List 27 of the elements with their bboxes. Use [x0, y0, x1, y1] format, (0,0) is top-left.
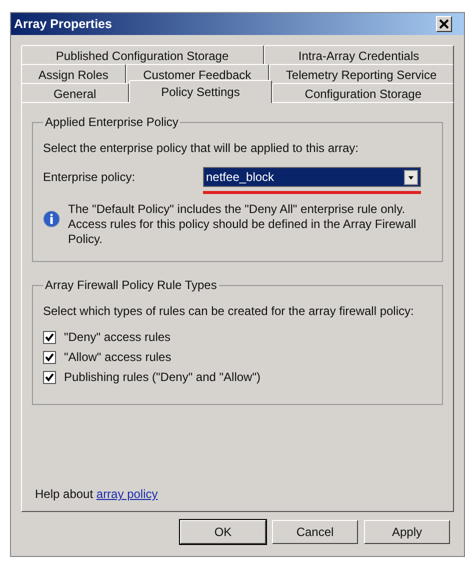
dialog-button[interactable]: OK	[180, 520, 266, 544]
tab[interactable]: Assign Roles	[21, 64, 126, 84]
description-text: Select which types of rules can be created for the array firewall policy:	[43, 304, 415, 318]
tab[interactable]: Configuration Storage	[272, 83, 454, 103]
group-title: Applied Enterprise Policy	[44, 115, 180, 129]
description-text: Select the enterprise policy that will be applied to this array:	[43, 141, 360, 155]
checkbox[interactable]	[43, 350, 56, 364]
tab[interactable]: General	[21, 83, 129, 103]
policy-dropdown[interactable]: netfee_block	[203, 167, 421, 187]
checkbox-label: "Deny" access rules	[64, 330, 171, 344]
checkbox-label: Publishing rules ("Deny" and "Allow")	[64, 370, 260, 384]
help-text: Help about array policy	[35, 487, 159, 501]
window-title: Array Properties	[14, 17, 112, 31]
tab[interactable]: Published Configuration Storage	[21, 45, 264, 65]
help-link[interactable]: array policy	[96, 487, 158, 501]
tab[interactable]: Telemetry Reporting Service	[268, 64, 454, 84]
group-title: Array Firewall Policy Rule Types	[44, 278, 218, 292]
tab[interactable]: Intra-Array Credentials	[264, 45, 454, 65]
tab[interactable]: Policy Settings	[128, 80, 272, 103]
checkbox[interactable]	[43, 330, 56, 344]
dialog-button[interactable]: Cancel	[272, 520, 358, 544]
field-label: Enterprise policy:	[43, 170, 136, 184]
checkbox-label: "Allow" access rules	[64, 350, 172, 364]
info-text: The "Default Policy" includes the "Deny All" enterprise rule only. Access rules for this policy should be defined in the Array Firewall Policy.	[68, 202, 418, 247]
close-icon[interactable]	[436, 16, 452, 32]
dialog-button[interactable]: Apply	[364, 520, 450, 544]
checkbox[interactable]	[43, 370, 56, 384]
